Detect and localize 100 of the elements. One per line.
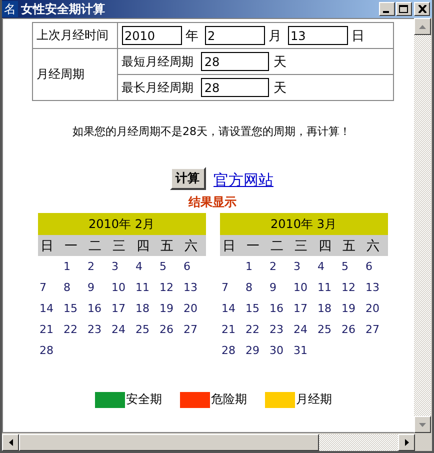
calendar-day: 5 [158, 260, 182, 273]
calendar-day: 12 [340, 281, 364, 294]
calendar-day: 30 [268, 344, 292, 357]
maximize-button[interactable] [396, 2, 412, 16]
calendar-day: 7 [38, 281, 62, 294]
calendar-day: 16 [86, 302, 110, 315]
minimize-button[interactable] [379, 2, 395, 16]
calendar-day: 23 [86, 323, 110, 336]
calendar-day: 17 [110, 302, 134, 315]
calendar-day: 1 [244, 260, 268, 273]
calendar-day: 15 [62, 302, 86, 315]
weekday-label: 一 [64, 238, 78, 254]
calendar-day: 14 [38, 302, 62, 315]
calendar-day: 27 [364, 323, 388, 336]
maximize-icon [399, 4, 409, 14]
calendar-day: 24 [110, 323, 134, 336]
calendar-day: 3 [110, 260, 134, 273]
calendar-day: 14 [220, 302, 244, 315]
calendar-day: 5 [340, 260, 364, 273]
unit-label: 年 [186, 28, 198, 44]
calendar-day: 18 [316, 302, 340, 315]
calendar-day: 20 [182, 302, 206, 315]
calendar-day: 28 [38, 344, 62, 357]
window-title: 女性安全期计算 [21, 0, 106, 18]
table-cell: 月经周期 [32, 48, 117, 100]
weekday-label: 四 [318, 238, 332, 254]
calculate-button[interactable]: 计算 [170, 167, 206, 190]
close-icon [418, 5, 426, 13]
calendar-day: 26 [340, 323, 364, 336]
input-field[interactable]: 28 [201, 52, 270, 71]
left-arrow-icon [8, 439, 12, 446]
calendar-day: 6 [182, 260, 206, 273]
calendar-day: 26 [158, 323, 182, 336]
weekday-label: 日 [40, 238, 54, 254]
calendar-day: 12 [158, 281, 182, 294]
calendar-day: 1 [62, 260, 86, 273]
calendar-day: 23 [268, 323, 292, 336]
official-site-link[interactable]: 官方网站 [214, 171, 274, 190]
instruction-text: 如果您的月经周期不是28天，请设置您的周期，再计算！ [72, 124, 350, 139]
scroll-left-button[interactable] [2, 434, 19, 451]
field-label: 最短月经周期 [122, 54, 194, 68]
weekday-label: 二 [88, 238, 102, 254]
scroll-up-button[interactable] [414, 18, 431, 35]
input-field[interactable]: 28 [201, 78, 270, 97]
calendar-day: 19 [340, 302, 364, 315]
vertical-scrollbar[interactable] [414, 18, 431, 433]
calendar-day: 10 [110, 281, 134, 294]
calendar-day: 17 [292, 302, 316, 315]
right-arrow-icon [404, 439, 408, 446]
calendar-day: 19 [158, 302, 182, 315]
legend-label: 安全期 [126, 391, 162, 408]
calendar-day: 27 [182, 323, 206, 336]
weekday-label: 五 [160, 238, 174, 254]
calendar-day: 18 [134, 302, 158, 315]
weekday-label: 一 [246, 238, 260, 254]
calendar-day: 2 [268, 260, 292, 273]
result-title: 结果显示 [188, 194, 236, 211]
unit-label: 月 [268, 28, 282, 44]
calendar-day: 21 [38, 323, 62, 336]
calendar-day: 15 [244, 302, 268, 315]
weekday-label: 六 [366, 238, 380, 254]
calendar-day: 11 [134, 281, 158, 294]
calendar-day: 31 [292, 344, 316, 357]
weekday-label: 二 [270, 238, 284, 254]
calendar-day: 8 [62, 281, 86, 294]
calendar-day: 13 [364, 281, 388, 294]
calendar-day: 7 [220, 281, 244, 294]
legend-label: 危险期 [211, 391, 247, 408]
input-field[interactable]: 2010 [122, 26, 182, 45]
calendar-day: 9 [86, 281, 110, 294]
legend-label: 月经期 [296, 391, 332, 408]
calendar-day: 3 [292, 260, 316, 273]
table-cell: 上次月经时间 [32, 22, 117, 48]
calendar-day: 21 [220, 323, 244, 336]
input-field[interactable]: 13 [288, 26, 348, 45]
down-arrow-icon [419, 422, 426, 426]
weekday-label: 六 [184, 238, 198, 254]
horizontal-scrollbar[interactable] [2, 434, 432, 451]
weekday-label: 四 [136, 238, 150, 254]
calendar-day: 6 [364, 260, 388, 273]
calendar-day: 25 [316, 323, 340, 336]
scroll-down-button[interactable] [414, 416, 431, 433]
calendar-day: 29 [244, 344, 268, 357]
calendar-month-title: 2010年 2月 [38, 213, 206, 235]
calendar-day: 8 [244, 281, 268, 294]
calendar-day: 2 [86, 260, 110, 273]
calendar-day: 13 [182, 281, 206, 294]
input-field[interactable]: 2 [204, 26, 264, 45]
calendar-day: 22 [62, 323, 86, 336]
scroll-thumb[interactable] [19, 434, 319, 451]
unit-label: 天 [273, 80, 286, 96]
scroll-right-button[interactable] [398, 434, 415, 451]
app-icon: 名 [2, 1, 18, 17]
calendar-day: 20 [364, 302, 388, 315]
calendar-day: 4 [134, 260, 158, 273]
calendar-day: 11 [316, 281, 340, 294]
up-arrow-icon [419, 24, 426, 28]
close-button[interactable] [414, 2, 430, 16]
weekday-label: 三 [294, 238, 308, 254]
calendar-day: 4 [316, 260, 340, 273]
